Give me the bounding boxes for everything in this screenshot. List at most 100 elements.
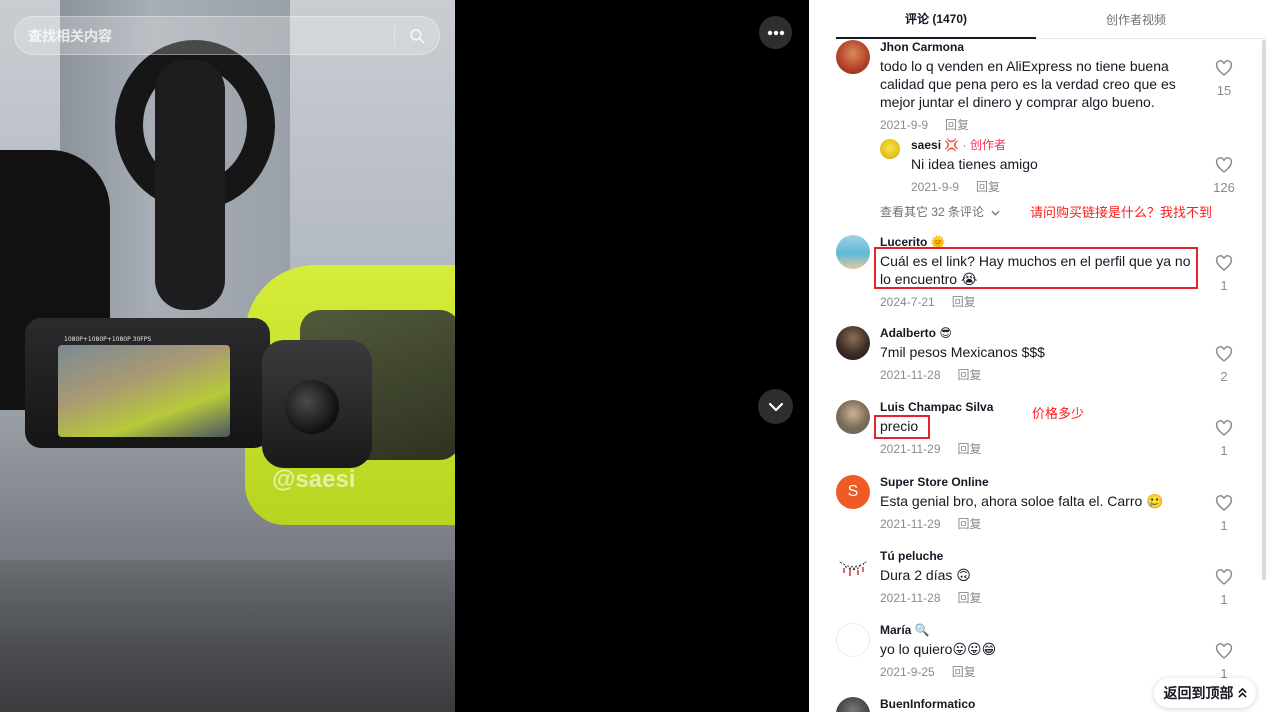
- like-button[interactable]: 1: [1212, 495, 1236, 534]
- like-button[interactable]: 15: [1212, 60, 1236, 99]
- comment-meta: 2021-11-28 回复: [880, 368, 1200, 382]
- comment-username[interactable]: BuenInformatico: [880, 697, 1200, 711]
- avatar[interactable]: [836, 40, 870, 74]
- chevron-down-icon: [991, 210, 1000, 216]
- more-icon: [767, 30, 784, 35]
- like-count: 1: [1220, 518, 1228, 533]
- like-count: 1: [1220, 443, 1228, 458]
- comment-meta: 2021-11-29 回复: [880, 442, 1200, 456]
- like-button[interactable]: 1: [1212, 643, 1236, 682]
- view-more-label: 查看其它 32 条评论: [880, 205, 985, 219]
- like-button[interactable]: 1: [1212, 420, 1236, 459]
- like-count: 1: [1220, 592, 1228, 607]
- avatar[interactable]: [836, 400, 870, 434]
- avatar[interactable]: [836, 549, 870, 583]
- comment-username[interactable]: Tú peluche: [880, 549, 1200, 563]
- next-video-button[interactable]: [758, 389, 793, 424]
- reply-text: Ni idea tienes amigo: [911, 156, 1038, 172]
- search-button[interactable]: [395, 16, 439, 55]
- back-to-top-button[interactable]: 返回到顶部: [1154, 678, 1256, 708]
- video-player[interactable]: 1080P+1080P+1080P 30FPS @saesi: [0, 0, 809, 712]
- dashcam-label: 1080P+1080P+1080P 30FPS: [64, 336, 152, 343]
- search-input[interactable]: [15, 27, 394, 44]
- heart-icon: [1215, 643, 1233, 659]
- comment-meta: 2021-9-25 回复: [880, 665, 1200, 679]
- comments-panel: 评论 (1470) 创作者视频 Jhon Carmona todo lo q v…: [809, 0, 1266, 712]
- avatar[interactable]: S: [836, 475, 870, 509]
- comment-date: 2021-9-25: [880, 665, 935, 679]
- video-frame[interactable]: 1080P+1080P+1080P 30FPS @saesi: [0, 0, 455, 712]
- comment-text: todo lo q venden en AliExpress no tiene …: [880, 58, 1176, 110]
- avatar[interactable]: [836, 326, 870, 360]
- reply-date: 2021-9-9: [911, 180, 960, 194]
- reply-button[interactable]: 回复: [976, 180, 1000, 194]
- like-button[interactable]: 1: [1212, 255, 1236, 294]
- comment-username[interactable]: Jhon Carmona: [880, 40, 1200, 54]
- reply-button[interactable]: 回复: [945, 118, 969, 132]
- heart-icon: [1215, 420, 1233, 436]
- like-count: 15: [1216, 83, 1232, 98]
- mount-arm: [155, 60, 225, 310]
- comment-username[interactable]: Super Store Online: [880, 475, 1200, 489]
- comment-username[interactable]: Adalberto 😎: [880, 326, 1200, 340]
- search-icon: [410, 28, 425, 43]
- avatar[interactable]: [836, 697, 870, 712]
- comment-date: 2021-11-28: [880, 368, 941, 382]
- heart-icon: [1215, 569, 1233, 585]
- comments-scrollbar[interactable]: [1262, 40, 1266, 580]
- reply-button[interactable]: 回复: [958, 368, 982, 382]
- comment-text: Esta genial bro, ahora soloe falta el. C…: [880, 493, 1164, 509]
- heart-icon: [1215, 495, 1233, 511]
- video-watermark: @saesi: [272, 466, 356, 493]
- like-count: 2: [1220, 369, 1228, 384]
- heart-icon: [1215, 346, 1233, 362]
- comment-username[interactable]: María 🔍: [880, 623, 1200, 637]
- comment-tabs: 评论 (1470) 创作者视频: [836, 0, 1266, 39]
- more-options-button[interactable]: [759, 16, 792, 49]
- search-bar: [14, 16, 440, 55]
- avatar-letter: S: [847, 483, 859, 500]
- annotation-note-price: 价格多少: [1032, 406, 1085, 421]
- like-count: 1: [1220, 278, 1228, 293]
- heart-icon: [1215, 60, 1233, 76]
- comment-date: 2021-11-29: [880, 517, 941, 531]
- comment-meta: 2021-9-9 回复: [880, 118, 1200, 132]
- heart-icon: [1215, 157, 1233, 173]
- avatar[interactable]: [880, 139, 900, 159]
- comment-meta: 2021-11-29 回复: [880, 517, 1200, 531]
- avatar[interactable]: [836, 623, 870, 657]
- comment-date: 2021-11-29: [880, 442, 941, 456]
- comment-text: Dura 2 días 🙃: [880, 567, 971, 583]
- reply-username[interactable]: saesi 💢 · 创作者: [911, 138, 1201, 152]
- annotation-box-link: [874, 247, 1198, 289]
- like-button[interactable]: 126: [1212, 157, 1236, 196]
- like-button[interactable]: 1: [1212, 569, 1236, 608]
- comment-text: yo lo quiero😛😛😁: [880, 641, 997, 657]
- annotation-box-price: [874, 415, 930, 439]
- annotation-note-link: 请问购买链接是什么？我找不到: [1030, 205, 1213, 220]
- comment-meta: 2021-11-28 回复: [880, 591, 1200, 605]
- comment-meta: 2024-7-21 回复: [880, 295, 1200, 309]
- reply-button[interactable]: 回复: [958, 517, 982, 531]
- reply-button[interactable]: 回复: [958, 591, 982, 605]
- comment-date: 2021-9-9: [880, 118, 929, 132]
- car-dashboard: [0, 560, 455, 712]
- reply-button[interactable]: 回复: [952, 665, 976, 679]
- back-to-top-label: 返回到顶部: [1163, 685, 1234, 701]
- reply-button[interactable]: 回复: [958, 442, 982, 456]
- view-more-replies[interactable]: 查看其它 32 条评论: [880, 203, 1000, 220]
- reply-author[interactable]: saesi 💢: [911, 138, 959, 152]
- heart-icon: [1215, 255, 1233, 271]
- double-chevron-up-icon: [1237, 688, 1247, 698]
- comment-date: 2021-11-28: [880, 591, 941, 605]
- tab-creator-videos[interactable]: 创作者视频: [1036, 0, 1236, 39]
- chevron-down-icon: [768, 402, 783, 411]
- comment-date: 2024-7-21: [880, 295, 935, 309]
- reply-button[interactable]: 回复: [952, 295, 976, 309]
- avatar[interactable]: [836, 235, 870, 269]
- comment-text: 7mil pesos Mexicanos $$$: [880, 344, 1045, 360]
- like-count: 126: [1213, 180, 1235, 195]
- dashcam-screen: [58, 345, 230, 437]
- tab-comments[interactable]: 评论 (1470): [836, 0, 1036, 39]
- like-button[interactable]: 2: [1212, 346, 1236, 385]
